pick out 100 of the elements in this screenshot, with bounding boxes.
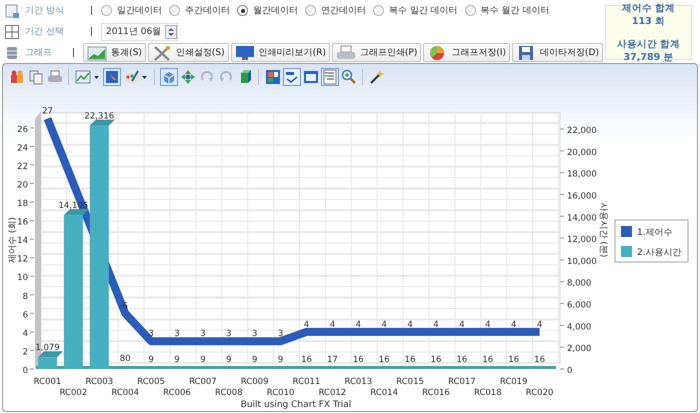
tick-label: 8,000 [567,278,592,289]
summary-title: 제어수 합계 [620,2,676,14]
value-label: 16 [456,354,468,365]
axis-title: 사용시간 (분) [598,202,608,258]
tick-label: 4 [22,328,28,339]
value-label: 9 [278,354,284,365]
value-label: 1,079 [35,343,60,354]
people-icon[interactable] [8,68,26,86]
value-label: 22,316 [84,112,114,122]
caret-icon[interactable] [94,76,99,78]
value-label: 9 [200,354,206,365]
tick-label: 20 [17,180,28,190]
value-label: 4 [485,320,490,330]
tick-label: 26 [17,124,28,135]
value-label: 17 [326,354,338,365]
tick-label: 22 [17,162,28,172]
radio-label[interactable]: 월간데이터 [253,4,298,17]
toolbar-button[interactable]: 통계(S) [83,43,146,62]
caret-icon[interactable] [142,76,147,78]
axis-title: 제어수 (회) [8,217,18,263]
tick-label: 14 [17,236,28,246]
axis-label: RC002 [60,388,88,398]
list-icon[interactable] [321,68,339,86]
tick-label: 16 [17,218,28,228]
toolbar-button[interactable]: 데이타저장(D) [512,43,603,62]
value-label: 4 [330,320,336,330]
axis-label: RC007 [189,377,217,387]
zoom-icon[interactable] [340,68,358,86]
radio-label[interactable]: 복수 월간 데이터 [480,4,550,17]
tick-label: 0 [22,366,28,376]
legend-label: 2.사용시간 [637,248,682,258]
tick-label: 22,000 [567,126,597,136]
axis-label: RC019 [500,377,528,387]
value-label: 3 [252,329,258,340]
value-label: 16 [430,354,442,365]
radio-button[interactable] [101,5,112,16]
field-label: 그래프 [25,47,53,59]
value-label: 9 [226,354,232,365]
value-label: 27 [42,106,53,117]
toolbar-button[interactable]: 그래프인쇄(P) [332,43,422,62]
window-icon[interactable] [302,68,320,86]
tick-label: 6 [22,310,28,320]
value-label: 16 [352,354,364,365]
summary-value: 37,789 분 [622,50,674,64]
value-label: 9 [148,354,154,365]
value-label: 3 [200,329,206,340]
radio-label[interactable]: 복수 일간 데이터 [389,4,458,17]
grid-icon [4,24,20,40]
date-spinner[interactable]: 2011년 06월 [101,22,178,40]
copy-icon[interactable] [27,68,45,86]
axis-label: RC015 [396,377,424,387]
toolbar-button[interactable]: 인쇄설정(S) [148,43,229,62]
tick-label: 2,000 [567,344,592,354]
toolbar-button[interactable]: 그래프저장(I) [423,43,510,62]
axis-label: RC010 [266,388,294,398]
tick-label: 4,000 [567,322,592,332]
radio-button[interactable] [169,5,180,16]
value-label: 4 [407,320,413,330]
radio-label[interactable]: 일간데이터 [117,4,162,17]
field-label: 기간 선택 [25,26,65,38]
value-label: 3 [278,329,284,340]
value-label: 4 [459,320,465,330]
wand-icon[interactable] [368,68,386,86]
palette-icon[interactable] [122,68,140,86]
printer-icon [336,44,356,60]
value-label: 16 [301,354,312,365]
legend-label: 1.제어수 [637,228,673,238]
document-icon [4,2,20,18]
radio-button[interactable] [464,5,476,16]
toolbar-button[interactable]: 인쇄미리보기(R) [230,43,330,62]
tick-label: 0 [567,366,572,376]
bar-top-drawing [38,351,63,358]
summary-title: 사용시간 합계 [616,38,682,50]
bar-top-drawing [90,120,115,126]
radio-button[interactable] [305,5,316,16]
radio-button[interactable] [373,5,384,16]
cube-icon[interactable] [160,68,178,86]
axis-label: RC014 [370,388,398,398]
value-label: 16 [482,354,494,365]
move-icon[interactable] [179,68,197,86]
axis-label: RC009 [240,377,269,387]
tick-label: 14,000 [567,213,597,224]
tick-label: 20,000 [567,148,597,158]
value-label: 4 [433,320,439,330]
tick-label: 16,000 [567,191,597,202]
value-label: 80 [120,354,131,364]
value-label: 16 [508,354,520,365]
radio-label[interactable]: 연간데이터 [321,4,366,17]
value-label: 9 [252,354,258,365]
grid-icon[interactable] [264,68,282,86]
tick-label: 18 [17,199,28,210]
tick-label: 10 [17,273,28,284]
radio-label[interactable]: 주간데이터 [185,4,230,17]
axis-label: RC016 [422,388,450,398]
axis-label: RC017 [448,377,476,387]
tick-label: 6,000 [567,300,592,311]
value-label: 4 [304,320,310,330]
radio-button[interactable] [237,5,248,16]
axis-label: RC004 [111,388,140,398]
tick-label: 8 [22,292,28,302]
